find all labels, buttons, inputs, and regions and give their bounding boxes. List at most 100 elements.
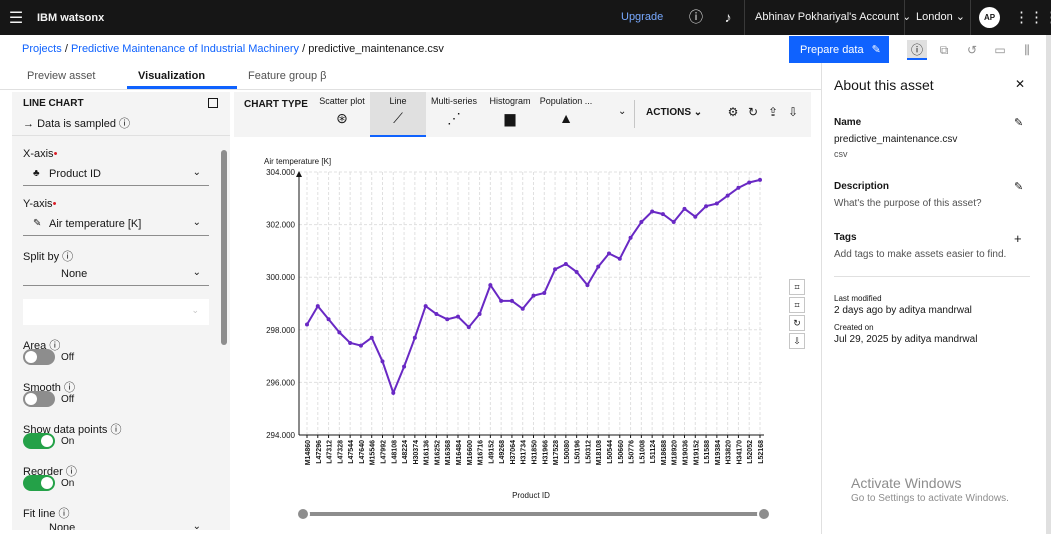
data-point[interactable] — [456, 314, 460, 319]
data-point[interactable] — [337, 330, 342, 335]
notification-bell-icon[interactable]: ♪ — [720, 9, 736, 25]
data-point[interactable] — [650, 209, 655, 214]
range-slider-start-handle[interactable] — [296, 507, 310, 521]
tab-feature-group[interactable]: Feature group β — [248, 70, 326, 82]
upgrade-link[interactable]: Upgrade — [621, 11, 663, 23]
zoom-in-icon[interactable]: ⌗ — [789, 279, 805, 295]
fit-line-select[interactable]: None ⌄ — [23, 516, 209, 530]
edit-description-icon[interactable]: ✎ — [1014, 180, 1023, 193]
data-point[interactable] — [369, 335, 374, 340]
breadcrumb-projects[interactable]: Projects — [22, 43, 62, 55]
share-icon[interactable]: ⇪ — [766, 105, 780, 119]
data-point[interactable] — [434, 312, 439, 317]
download-icon[interactable]: ⇩ — [786, 105, 800, 119]
smooth-toggle[interactable] — [23, 391, 55, 407]
info-icon[interactable]: ⓘ — [119, 118, 130, 130]
tab-visualization[interactable]: Visualization — [138, 70, 205, 82]
data-point[interactable] — [682, 206, 687, 211]
chevron-down-icon[interactable]: ⌄ — [618, 106, 626, 117]
data-point[interactable] — [563, 262, 568, 267]
data-point[interactable] — [553, 267, 558, 272]
data-point[interactable] — [402, 364, 407, 369]
series-line[interactable] — [306, 178, 761, 396]
data-point[interactable] — [596, 264, 601, 269]
data-point[interactable] — [607, 251, 611, 256]
data-point[interactable] — [391, 390, 396, 395]
app-switcher-icon[interactable]: ⋮⋮⋮ — [1014, 8, 1051, 26]
data-point[interactable] — [693, 214, 698, 219]
data-point[interactable] — [466, 325, 471, 330]
reset-zoom-icon[interactable]: ↻ — [789, 315, 805, 331]
data-point[interactable] — [445, 317, 450, 322]
window-scrollbar[interactable] — [1046, 35, 1051, 534]
show-points-toggle[interactable] — [23, 433, 55, 449]
data-point[interactable] — [714, 201, 719, 206]
chart-type-histogram[interactable]: Histogram ▆ — [482, 92, 538, 137]
chart-type-population[interactable]: Population ... ▲ — [538, 92, 594, 137]
data-point[interactable] — [660, 212, 665, 217]
secondary-select[interactable]: ⌄ — [23, 299, 209, 325]
help-icon[interactable]: ⓘ — [688, 9, 704, 25]
settings-sliders-icon[interactable]: ⫼ — [1017, 40, 1037, 60]
data-point[interactable] — [736, 185, 741, 190]
data-point[interactable] — [477, 312, 482, 317]
panel-scrollbar[interactable] — [221, 150, 227, 345]
chart-type-multiseries[interactable]: Multi-series ⋰ — [426, 92, 482, 137]
collapse-panel-icon[interactable] — [208, 98, 218, 108]
split-by-select[interactable]: None ⌄ — [23, 262, 209, 286]
data-point[interactable] — [704, 204, 709, 209]
prepare-data-button[interactable]: Prepare data ✎ — [789, 36, 889, 63]
breadcrumb-project[interactable]: Predictive Maintenance of Industrial Mac… — [71, 43, 299, 55]
settings-icon[interactable]: ⚙ — [726, 105, 740, 119]
data-point[interactable] — [671, 219, 676, 224]
data-point[interactable] — [509, 298, 514, 303]
data-point[interactable] — [531, 293, 536, 298]
info-icon[interactable]: ⓘ — [66, 466, 77, 478]
data-point[interactable] — [520, 306, 525, 311]
data-point[interactable] — [628, 235, 633, 240]
range-slider-end-handle[interactable] — [757, 507, 771, 521]
data-point[interactable] — [326, 317, 331, 322]
chart-type-line[interactable]: Line ⟋ — [370, 92, 426, 137]
edit-name-icon[interactable]: ✎ — [1014, 116, 1023, 129]
refresh-icon[interactable]: ↻ — [746, 105, 760, 119]
info-icon[interactable]: ⓘ — [64, 382, 75, 394]
data-point[interactable] — [585, 283, 590, 288]
data-point[interactable] — [758, 177, 762, 182]
description-placeholder[interactable]: What's the purpose of this asset? — [834, 198, 982, 209]
xaxis-select[interactable]: ♣ Product ID ⌄ — [23, 162, 209, 186]
brand-logo[interactable]: IBM watsonx — [37, 12, 104, 24]
comment-icon[interactable]: ▭ — [990, 40, 1010, 60]
region-switcher[interactable]: London ⌄ — [916, 10, 965, 23]
download-icon[interactable]: ⇩ — [789, 333, 805, 349]
data-point[interactable] — [348, 340, 353, 345]
account-switcher[interactable]: Abhinav Pokhariyal's Account ⌄ — [755, 10, 911, 23]
data-point[interactable] — [725, 193, 730, 198]
tab-preview-asset[interactable]: Preview asset — [27, 70, 95, 82]
close-icon[interactable]: ✕ — [1015, 77, 1025, 91]
data-point[interactable] — [380, 359, 385, 364]
lineage-icon[interactable]: ⧉ — [934, 40, 954, 60]
data-point[interactable] — [574, 269, 579, 274]
zoom-out-icon[interactable]: ⌗ — [789, 297, 805, 313]
data-point[interactable] — [305, 322, 309, 327]
chart-type-scatter[interactable]: Scatter plot ⊛ — [314, 92, 370, 137]
data-point[interactable] — [423, 304, 428, 309]
data-point[interactable] — [488, 283, 493, 288]
data-point[interactable] — [639, 219, 644, 224]
area-toggle[interactable] — [23, 349, 55, 365]
avatar[interactable]: AP — [979, 7, 1000, 28]
data-point[interactable] — [499, 298, 504, 303]
data-point[interactable] — [358, 343, 363, 348]
add-tag-icon[interactable]: + — [1014, 231, 1022, 246]
yaxis-select[interactable]: ✎ Air temperature [K] ⌄ — [23, 212, 209, 236]
info-icon[interactable]: ⓘ — [907, 40, 927, 60]
hamburger-menu-icon[interactable]: ☰ — [0, 0, 32, 35]
data-point[interactable] — [315, 304, 320, 309]
data-point[interactable] — [542, 290, 547, 295]
info-icon[interactable]: ⓘ — [110, 424, 121, 436]
data-point[interactable] — [412, 335, 417, 340]
data-point[interactable] — [617, 256, 622, 261]
actions-menu[interactable]: ACTIONS ⌄ — [646, 107, 702, 118]
history-icon[interactable]: ↺ — [962, 40, 982, 60]
